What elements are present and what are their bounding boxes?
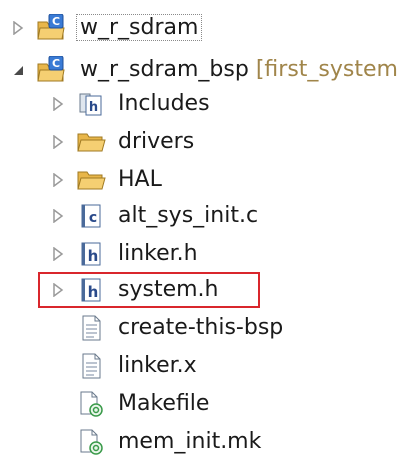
- tree-item-label: create-this-bsp: [118, 315, 284, 340]
- tree-item-system-h[interactable]: h system.h: [0, 272, 399, 308]
- folder-icon: [76, 127, 106, 157]
- svg-text:C: C: [52, 57, 60, 70]
- tree-item-label: Makefile: [118, 391, 210, 416]
- tree-item-drivers[interactable]: drivers: [0, 124, 399, 160]
- makefile-icon: [76, 427, 106, 457]
- tree-item-label: HAL: [118, 167, 162, 192]
- makefile-icon: [76, 389, 106, 419]
- c-source-file-icon: c: [76, 201, 106, 231]
- expand-arrow-icon[interactable]: [50, 96, 66, 112]
- expand-arrow-icon[interactable]: [50, 208, 66, 224]
- tree-item-label: drivers: [118, 129, 195, 154]
- tree-item-hal[interactable]: HAL: [0, 162, 399, 198]
- tree-item-create-this-bsp[interactable]: create-this-bsp: [0, 310, 399, 346]
- tree-item-label: linker.h: [118, 241, 198, 266]
- tree-item-label: w_r_sdram: [76, 13, 203, 41]
- tree-item-label: alt_sys_init.c: [118, 203, 259, 228]
- c-project-icon: C: [36, 55, 66, 85]
- svg-text:h: h: [88, 247, 99, 265]
- tree-item-label: system.h: [118, 277, 219, 302]
- c-project-icon: C: [36, 13, 66, 43]
- tree-item-mem-init-mk[interactable]: mem_init.mk: [0, 424, 399, 460]
- tree-item-includes[interactable]: h Includes: [0, 86, 399, 122]
- includes-icon: h: [76, 89, 106, 119]
- header-file-icon: h: [76, 239, 106, 269]
- tree-item-label: linker.x: [118, 353, 197, 378]
- tree-item-linker-h[interactable]: h linker.h: [0, 236, 399, 272]
- expand-arrow-icon[interactable]: [50, 246, 66, 262]
- svg-text:c: c: [89, 210, 97, 226]
- tree-item-label: Includes: [118, 91, 210, 116]
- svg-text:h: h: [88, 283, 99, 301]
- svg-text:h: h: [89, 100, 98, 115]
- tree-item-w-r-sdram-bsp[interactable]: C w_r_sdram_bsp [first_system]: [0, 52, 399, 88]
- expand-arrow-icon[interactable]: [50, 134, 66, 150]
- tree-item-makefile[interactable]: Makefile: [0, 386, 399, 422]
- project-decoration-label: [first_system]: [255, 57, 399, 82]
- expand-arrow-icon[interactable]: [50, 282, 66, 298]
- tree-item-label: w_r_sdram_bsp: [80, 57, 249, 82]
- collapse-arrow-icon[interactable]: [10, 62, 26, 78]
- expand-arrow-icon[interactable]: [50, 172, 66, 188]
- expand-arrow-icon[interactable]: [10, 20, 26, 36]
- tree-item-label: mem_init.mk: [118, 429, 262, 454]
- tree-item-w-r-sdram[interactable]: C w_r_sdram: [0, 10, 399, 46]
- svg-text:C: C: [52, 15, 60, 28]
- header-file-icon: h: [76, 275, 106, 305]
- folder-icon: [76, 165, 106, 195]
- text-file-icon: [76, 313, 106, 343]
- text-file-icon: [76, 351, 106, 381]
- tree-item-alt-sys-init-c[interactable]: c alt_sys_init.c: [0, 198, 399, 234]
- tree-item-linker-x[interactable]: linker.x: [0, 348, 399, 384]
